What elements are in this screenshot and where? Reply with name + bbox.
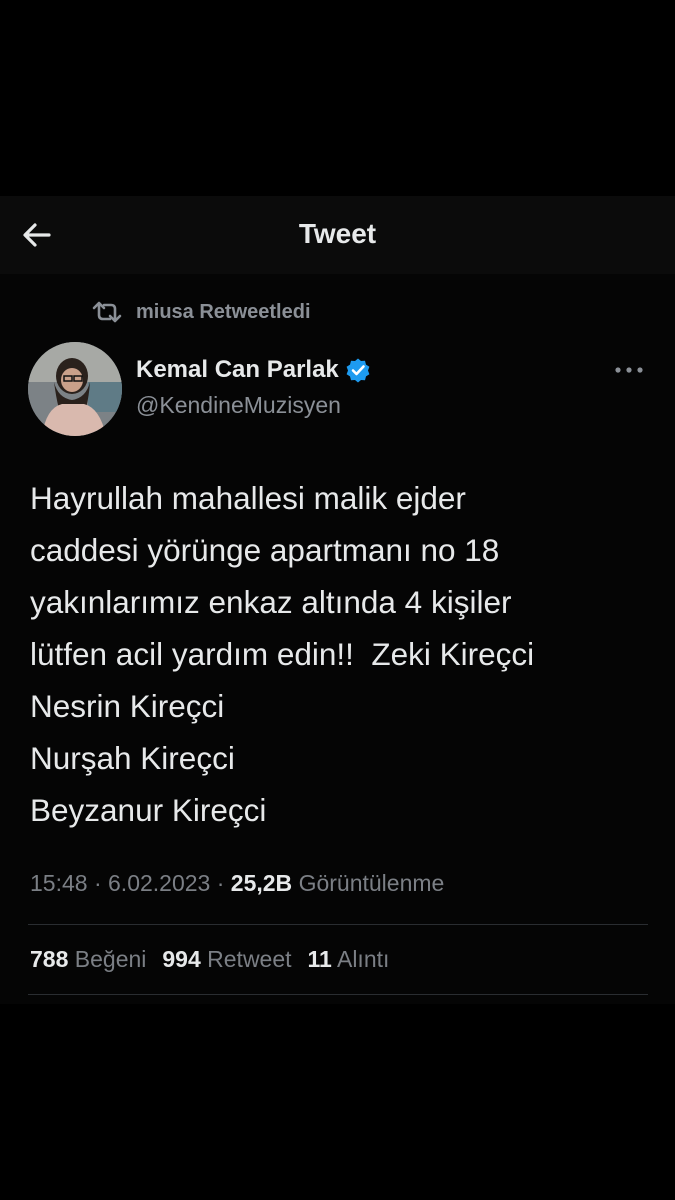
tweet-screen: Tweet miusa Retweetledi Kemal Can Parlak…	[0, 0, 675, 1200]
retweet-icon	[92, 301, 122, 323]
likes-stat[interactable]: 788 Beğeni	[30, 946, 146, 973]
divider	[28, 924, 648, 925]
tweet-text-line: Beyzanur Kireçci	[30, 792, 267, 828]
tweet-date[interactable]: 6.02.2023	[108, 870, 210, 896]
more-options-button[interactable]	[612, 360, 646, 380]
tweet-metadata: 15:48 · 6.02.2023 · 25,2B Görüntülenme	[30, 870, 444, 897]
retweet-context[interactable]: miusa Retweetledi	[90, 298, 311, 326]
tweet-text-line: yakınlarımız enkaz altında 4 kişiler	[30, 584, 512, 620]
profile-photo	[28, 342, 122, 436]
retweet-context-text: miusa Retweetledi	[136, 300, 311, 323]
tweet-text: Hayrullah mahallesi malik ejder caddesi …	[30, 472, 655, 836]
meta-separator: ·	[210, 870, 231, 896]
likes-count: 788	[30, 946, 69, 972]
tweet-text-line: Hayrullah mahallesi malik ejder	[30, 480, 466, 516]
views-count: 25,2B	[230, 870, 293, 896]
tweet-time[interactable]: 15:48	[30, 870, 88, 896]
quotes-count: 11	[307, 946, 332, 972]
tweet-text-line: Nesrin Kireçci	[30, 688, 225, 724]
retweets-count: 994	[162, 946, 201, 972]
retweets-label: Retweet	[207, 946, 292, 972]
quotes-stat[interactable]: 11 Alıntı	[308, 946, 390, 973]
page-title: Tweet	[298, 218, 377, 249]
meta-separator: ·	[87, 870, 109, 896]
tweet-text-line: Nurşah Kireçci	[30, 740, 235, 776]
verified-badge-icon	[346, 358, 370, 383]
top-navigation-bar: Tweet	[0, 196, 675, 274]
views-label: Görüntülenme	[298, 870, 445, 896]
tweet-text-line: caddesi yörünge apartmanı no 18	[30, 532, 500, 568]
author-info[interactable]: Kemal Can Parlak @KendineMuzisyen	[136, 356, 371, 419]
divider	[28, 994, 648, 995]
engagement-stats: 788 Beğeni 994 Retweet 11 Alıntı	[30, 946, 405, 973]
author-name[interactable]: Kemal Can Parlak	[136, 356, 339, 384]
author-handle[interactable]: @KendineMuzisyen	[136, 392, 371, 419]
tweet-text-line: lütfen acil yardım edin!! Zeki Kireçci	[30, 636, 535, 672]
more-options-icon	[615, 367, 643, 373]
avatar[interactable]	[28, 342, 122, 436]
likes-label: Beğeni	[74, 946, 147, 972]
tweet-detail: miusa Retweetledi Kemal Can Parlak @Kend…	[0, 274, 675, 1004]
retweets-stat[interactable]: 994 Retweet	[162, 946, 291, 973]
quotes-label: Alıntı	[336, 946, 390, 972]
